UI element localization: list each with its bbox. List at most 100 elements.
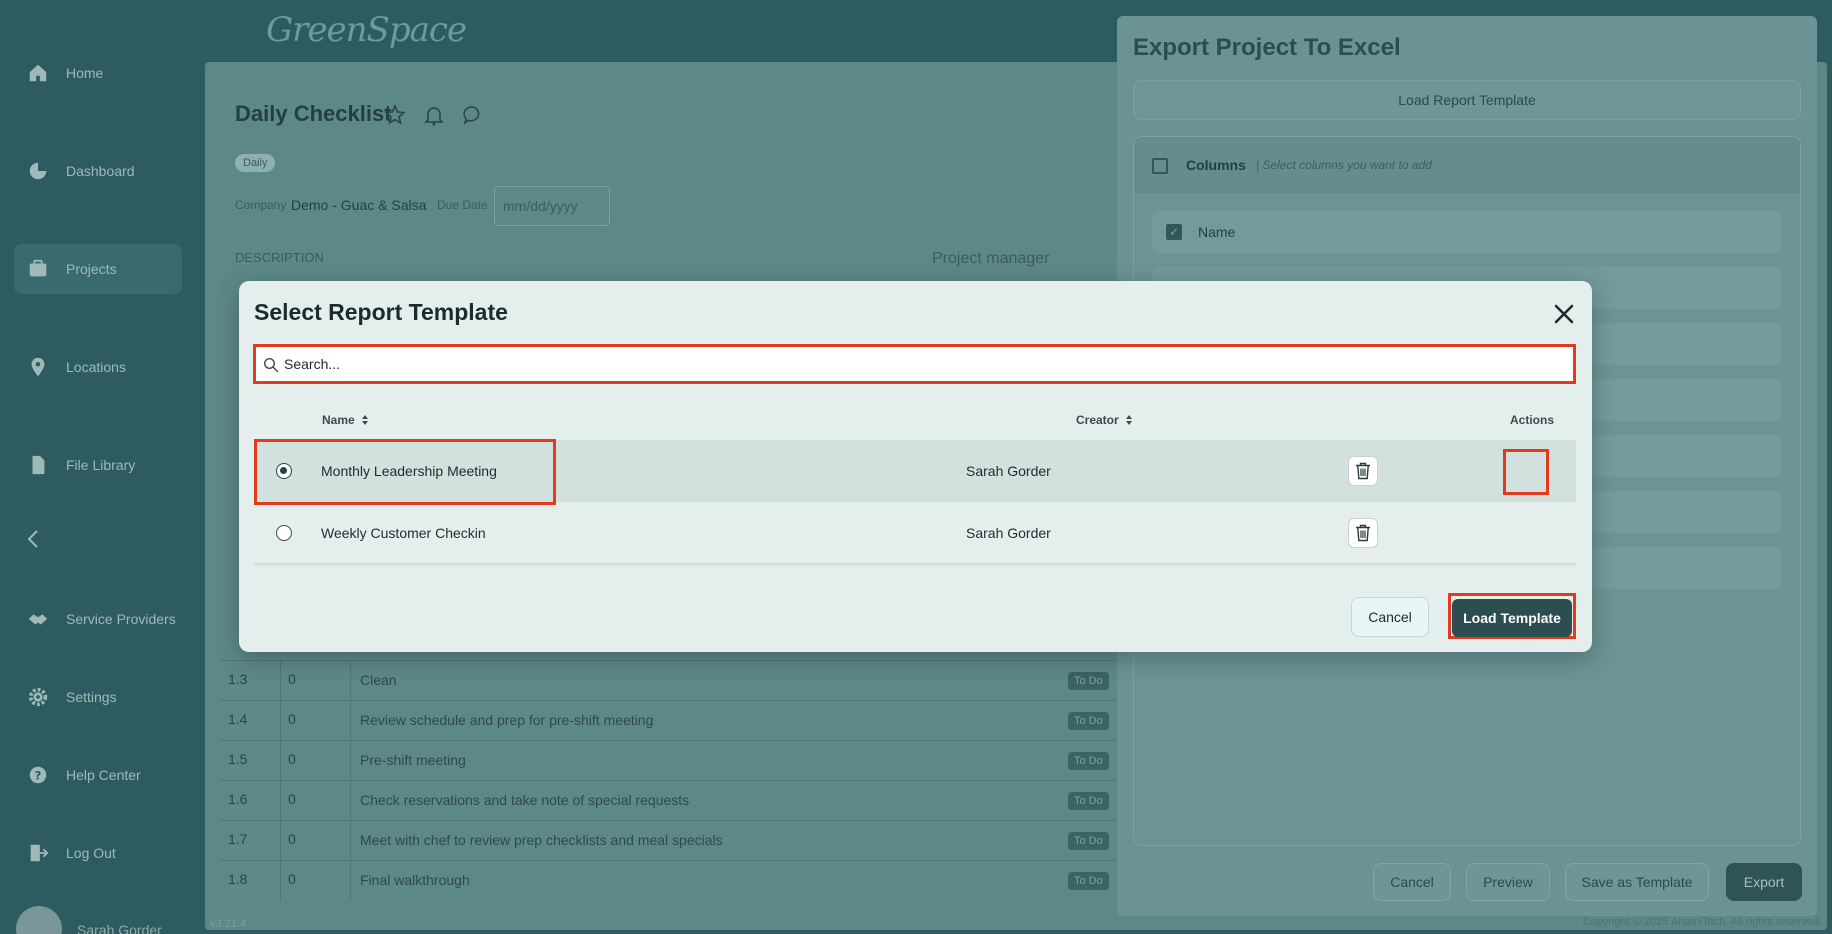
table-row[interactable]: 1.8 0 Final walkthrough To Do <box>220 860 1120 901</box>
trash-icon <box>1356 462 1370 480</box>
radio-unselected-icon[interactable] <box>276 525 292 541</box>
task-count: 0 <box>288 871 296 887</box>
load-template-button[interactable]: Load Template <box>1452 599 1572 637</box>
load-report-template-button[interactable]: Load Report Template <box>1133 80 1801 120</box>
star-icon[interactable] <box>383 103 409 129</box>
task-name: Pre-shift meeting <box>360 752 466 768</box>
status-badge: To Do <box>1068 712 1109 730</box>
sidebar-item-label: Locations <box>66 359 126 375</box>
delete-template-button[interactable] <box>1348 518 1378 548</box>
select-all-columns-checkbox[interactable] <box>1152 158 1168 174</box>
actions-column-label: Actions <box>1510 413 1555 427</box>
app-logo: GreenSpace <box>266 10 467 50</box>
due-date-field[interactable]: mm/dd/yyyy <box>494 186 610 226</box>
task-name: Final walkthrough <box>360 872 470 888</box>
task-name: Review schedule and prep for pre-shift m… <box>360 712 654 728</box>
export-button[interactable]: Export <box>1726 863 1802 901</box>
user-name: Sarah Gorder <box>77 922 162 934</box>
select-template-modal: Select Report Template Name Creator Acti… <box>239 281 1592 652</box>
task-name: Check reservations and take note of spec… <box>360 792 690 808</box>
actions-column-header: Actions <box>1510 413 1554 427</box>
name-column-header[interactable]: Name <box>322 413 370 427</box>
task-name: Meet with chef to review prep checklists… <box>360 832 723 848</box>
sidebar: Home Dashboard Projects Locations File L… <box>0 0 200 934</box>
sidebar-item-log-out[interactable]: Log Out <box>14 828 182 878</box>
cancel-button[interactable]: Cancel <box>1351 597 1429 637</box>
task-number: 1.6 <box>228 791 248 807</box>
task-count: 0 <box>288 671 296 687</box>
company-value[interactable]: Demo - Guac & Salsa <box>291 197 426 213</box>
sidebar-item-label: Projects <box>66 261 117 277</box>
pie-chart-icon <box>26 159 50 183</box>
due-date-label: Due Date <box>437 198 488 212</box>
task-name: Clean <box>360 672 397 688</box>
sidebar-item-service-providers[interactable]: Service Providers <box>14 594 182 644</box>
description-label: DESCRIPTION <box>235 250 324 265</box>
svg-text:?: ? <box>35 769 42 783</box>
location-pin-icon <box>26 355 50 379</box>
preview-button[interactable]: Preview <box>1466 863 1550 901</box>
comment-icon[interactable] <box>461 103 487 129</box>
search-icon <box>263 357 279 373</box>
help-icon: ? <box>26 763 50 787</box>
sidebar-item-label: Log Out <box>66 845 116 861</box>
table-row[interactable]: 1.5 0 Pre-shift meeting To Do <box>220 740 1120 781</box>
sidebar-item-dashboard[interactable]: Dashboard <box>14 146 182 196</box>
bell-icon[interactable] <box>422 103 448 129</box>
sidebar-item-label: Settings <box>66 689 117 705</box>
creator-column-label: Creator <box>1076 413 1119 427</box>
column-option-label: Name <box>1198 224 1236 240</box>
trash-icon <box>1356 524 1370 542</box>
checkbox-checked-icon[interactable]: ✓ <box>1166 224 1182 240</box>
sidebar-item-help-center[interactable]: ? Help Center <box>14 750 182 800</box>
task-number: 1.3 <box>228 671 248 687</box>
column-option[interactable]: ✓ Name <box>1152 211 1782 253</box>
projects-icon <box>26 257 50 281</box>
task-number: 1.7 <box>228 831 248 847</box>
sidebar-item-label: Help Center <box>66 767 141 783</box>
table-row[interactable]: 1.4 0 Review schedule and prep for pre-s… <box>220 700 1120 741</box>
company-label: Company <box>235 198 287 212</box>
close-icon[interactable] <box>1551 301 1577 327</box>
app-version: v3.21.4 <box>210 918 247 930</box>
search-input[interactable] <box>284 347 1564 381</box>
sort-icon <box>1125 415 1132 425</box>
sidebar-item-locations[interactable]: Locations <box>14 342 182 392</box>
logout-icon <box>26 841 50 865</box>
search-field <box>253 344 1576 384</box>
chevron-left-icon[interactable] <box>22 527 46 551</box>
copyright: Copyright © 2025 AnamiTech. All rights r… <box>1582 916 1822 928</box>
table-row[interactable]: Monthly Leadership Meeting Sarah Gorder <box>254 440 1576 502</box>
table-row[interactable]: 1.7 0 Meet with chef to review prep chec… <box>220 820 1120 861</box>
handshake-icon <box>26 607 50 631</box>
template-name: Monthly Leadership Meeting <box>321 463 497 479</box>
sidebar-item-label: Dashboard <box>66 163 135 179</box>
sidebar-item-projects[interactable]: Projects <box>14 244 182 294</box>
task-number: 1.8 <box>228 871 248 887</box>
sidebar-item-home[interactable]: Home <box>14 48 182 98</box>
table-row[interactable]: 1.3 0 Clean To Do <box>220 660 1120 701</box>
export-panel-title: Export Project To Excel <box>1133 34 1401 61</box>
avatar[interactable] <box>16 906 62 934</box>
sidebar-item-label: Home <box>66 65 104 81</box>
status-badge: To Do <box>1068 872 1109 890</box>
template-creator: Sarah Gorder <box>966 525 1051 541</box>
due-date-placeholder: mm/dd/yyyy <box>503 198 578 214</box>
columns-title: Columns <box>1186 157 1246 173</box>
sidebar-item-settings[interactable]: Settings <box>14 672 182 722</box>
delete-template-button[interactable] <box>1348 456 1378 486</box>
radio-selected-icon[interactable] <box>276 463 292 479</box>
export-cancel-button[interactable]: Cancel <box>1373 863 1451 901</box>
file-icon <box>26 453 50 477</box>
status-badge: To Do <box>1068 832 1109 850</box>
sidebar-item-file-library[interactable]: File Library <box>14 440 182 490</box>
table-row[interactable]: Weekly Customer Checkin Sarah Gorder <box>254 502 1576 564</box>
table-row[interactable]: 1.6 0 Check reservations and take note o… <box>220 780 1120 821</box>
save-as-template-button[interactable]: Save as Template <box>1565 863 1709 901</box>
status-badge: To Do <box>1068 792 1109 810</box>
columns-subtitle: | Select columns you want to add <box>1256 158 1432 172</box>
sort-icon <box>361 415 368 425</box>
creator-column-header[interactable]: Creator <box>1076 413 1134 427</box>
project-tag: Daily <box>235 154 276 172</box>
sidebar-item-label: File Library <box>66 457 136 473</box>
